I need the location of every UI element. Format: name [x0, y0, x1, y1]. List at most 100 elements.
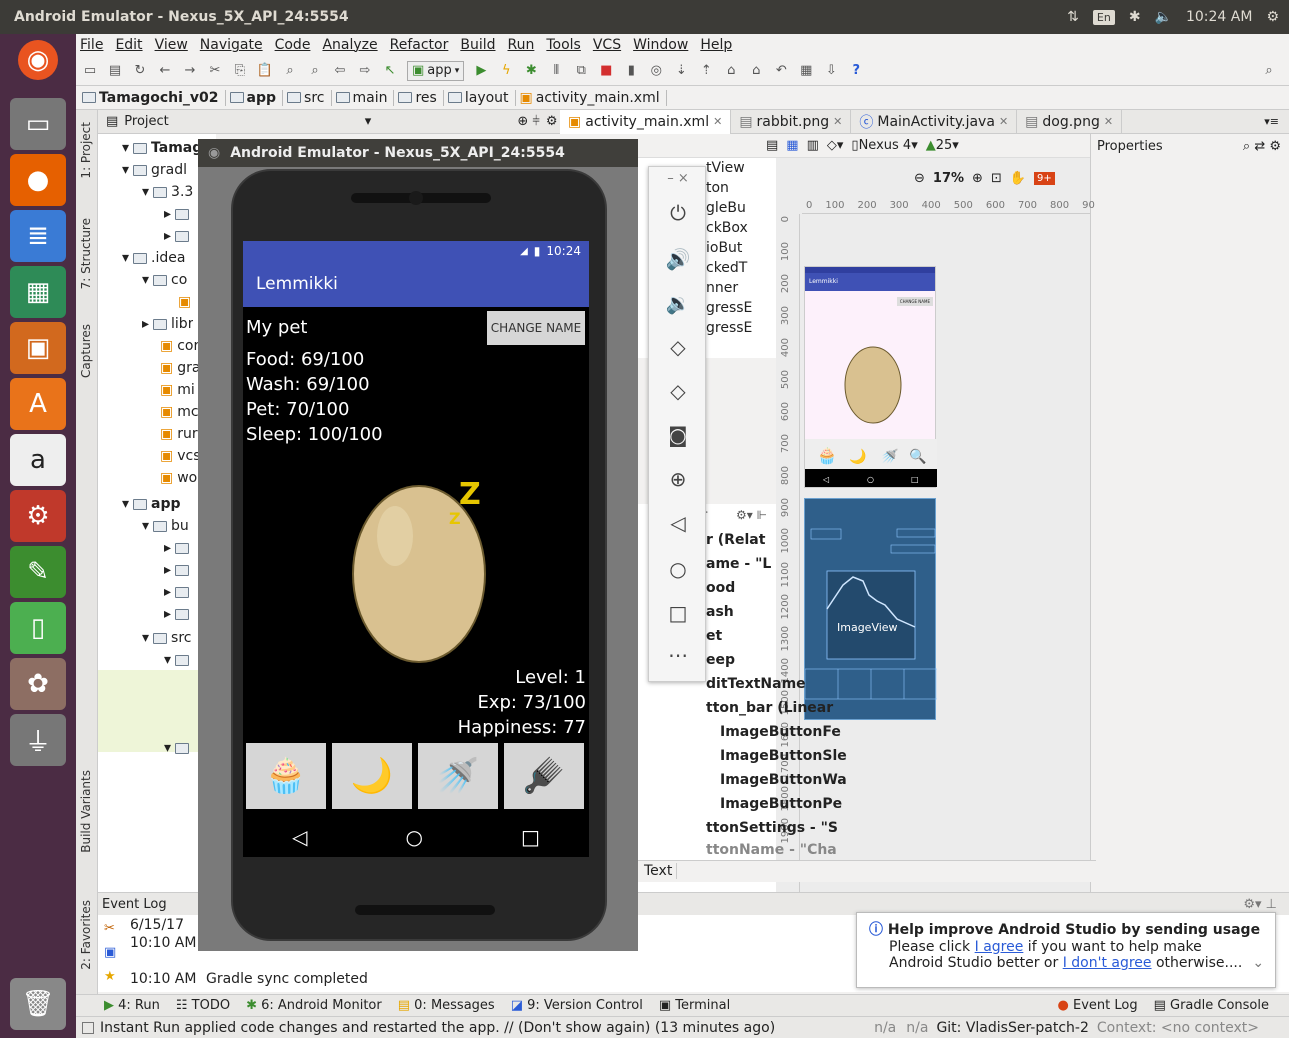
amazon-icon[interactable]: a — [10, 434, 66, 486]
palette-item[interactable]: ckBox — [706, 220, 748, 236]
tree-node[interactable]: ImageButtonPe — [720, 796, 842, 812]
palette-item[interactable]: nner — [706, 280, 738, 296]
project-tool-tab[interactable]: 1: Project — [79, 122, 93, 179]
sync-scroll-icon[interactable]: ⊕ ⫩ — [517, 114, 540, 129]
palette-item[interactable]: gressE — [706, 300, 752, 316]
version-control-tool-button[interactable]: ◪ 9: Version Control — [511, 998, 643, 1013]
tree-item[interactable]: ▾ — [164, 740, 190, 756]
emulator-close-icon[interactable]: ◉ — [208, 145, 220, 161]
cut-icon[interactable]: ✂ — [207, 63, 223, 79]
git-branch[interactable]: Git: VladisSer-patch-2 — [936, 1020, 1096, 1036]
paste-icon[interactable]: 📋 — [257, 63, 273, 79]
replace-icon[interactable]: ⌕ — [307, 63, 323, 79]
tree-node[interactable]: ttonSettings - "S — [706, 820, 838, 836]
tree-node[interactable]: r (Relat — [706, 532, 765, 548]
palette-item[interactable]: ioBut — [706, 240, 742, 256]
avd-manager-icon[interactable]: ⌂ — [748, 63, 764, 79]
gimp-icon[interactable]: ✿ — [10, 658, 66, 710]
vcs-update-icon[interactable]: ⇣ — [673, 63, 689, 79]
menu-refactor[interactable]: Refactor — [390, 37, 449, 53]
device-select[interactable]: ▯Nexus 4▾ — [851, 138, 917, 153]
tab-mainactivity[interactable]: ⓒ MainActivity.java ✕ — [851, 109, 1018, 134]
tree-item[interactable]: ▸ libr — [142, 316, 193, 332]
tree-item[interactable]: ▾ co — [142, 272, 187, 288]
tree-file[interactable]: ▣ rur — [160, 426, 198, 442]
back-icon[interactable]: ◁ — [649, 511, 707, 535]
trash-icon[interactable]: 🗑 — [10, 978, 66, 1030]
sleep-button[interactable]: 🌙 — [332, 743, 412, 809]
vcs-commit-icon[interactable]: ⇡ — [698, 63, 714, 79]
chevron-down-icon[interactable]: ⌄ — [1252, 955, 1264, 971]
tree-item[interactable]: ▸ — [164, 584, 190, 600]
palette-item[interactable]: tView — [706, 160, 745, 176]
tree-item[interactable]: ▾ app — [122, 496, 181, 512]
system-settings-icon[interactable]: ⚙ — [10, 490, 66, 542]
blueprint-preview[interactable]: ImageView — [804, 498, 937, 720]
balloon-icon[interactable]: ▣ — [104, 945, 116, 960]
debug-icon[interactable]: ✱ — [523, 63, 539, 79]
menu-file[interactable]: File — [80, 37, 103, 53]
api-select[interactable]: ▲25▾ — [926, 138, 959, 153]
text-tab[interactable]: Text — [640, 863, 678, 879]
search-everywhere-icon[interactable]: ⌕ — [1261, 63, 1277, 79]
calc-icon[interactable]: ▦ — [10, 266, 66, 318]
volume-down-icon[interactable]: 🔉 — [649, 291, 707, 315]
breadcrumb-file[interactable]: ▣ activity_main.xml — [520, 89, 667, 106]
palette-item[interactable]: gressE — [706, 320, 752, 336]
tree-item[interactable]: ▾ .idea — [122, 250, 185, 266]
status-toggle-icon[interactable] — [82, 1021, 94, 1034]
revert-icon[interactable]: ↶ — [773, 63, 789, 79]
tree-node[interactable]: ame - "L — [706, 556, 771, 572]
tree-file[interactable]: ▣ wo — [160, 470, 197, 486]
tree-node[interactable]: ImageButtonWa — [720, 772, 847, 788]
warnings-badge[interactable]: 9+ — [1034, 171, 1055, 185]
nav-home-icon[interactable]: ○ — [406, 825, 423, 849]
structure-tool-tab[interactable]: 7: Structure — [79, 218, 93, 289]
back-icon[interactable]: ← — [157, 63, 173, 79]
profile-icon[interactable]: ⫴ — [548, 63, 564, 79]
stop-icon[interactable]: ■ — [598, 63, 614, 79]
captures-tool-tab[interactable]: Captures — [79, 324, 93, 378]
tree-file[interactable]: ▣ mc — [160, 404, 199, 420]
sync-icon[interactable]: ↻ — [132, 63, 148, 79]
feed-button[interactable]: 🧁 — [246, 743, 326, 809]
tree-node[interactable]: ash — [706, 604, 734, 620]
run-config-select[interactable]: ▣ app ▾ — [407, 60, 465, 81]
make-icon[interactable]: ↖ — [382, 63, 398, 79]
emulator-min-close[interactable]: – × — [649, 171, 707, 186]
todo-tool-button[interactable]: ☷ TODO — [176, 998, 230, 1013]
breadcrumb-res[interactable]: res — [398, 89, 444, 106]
zoom-out-icon[interactable]: ⊖ — [914, 171, 925, 186]
power-icon[interactable]: ⏻ — [649, 201, 707, 225]
volume-up-icon[interactable]: 🔊 — [649, 247, 707, 271]
wash-button[interactable]: 🚿 — [418, 743, 498, 809]
keyboard-indicator[interactable]: En — [1092, 9, 1115, 25]
change-name-button[interactable]: CHANGE NAME — [487, 311, 585, 345]
tree-node[interactable]: eep — [706, 652, 735, 668]
tree-item[interactable]: ▸ — [164, 562, 190, 578]
tree-node[interactable]: ttonName - "Cha — [706, 842, 837, 858]
files-icon[interactable]: ▭ — [10, 98, 66, 150]
tree-item[interactable]: ▾ src — [142, 630, 191, 646]
tree-node[interactable]: ditTextName — [706, 676, 806, 692]
impress-icon[interactable]: ▣ — [10, 322, 66, 374]
more-icon[interactable]: ⋯ — [649, 643, 707, 667]
breadcrumb-project[interactable]: Tamagochi_v02 — [82, 89, 226, 106]
menu-build[interactable]: Build — [460, 37, 495, 53]
tree-item[interactable]: ▾ 3.3 — [142, 184, 193, 200]
favorite-star-icon[interactable]: ★ — [104, 969, 116, 984]
tab-rabbit[interactable]: ▤ rabbit.png ✕ — [731, 109, 852, 134]
phone-screen[interactable]: ◢ ▮ 10:24 Lemmikki My pet CHANGE NAME Fo… — [243, 241, 589, 857]
firefox-icon[interactable]: ● — [10, 154, 66, 206]
android-monitor-tool-button[interactable]: ✱ 6: Android Monitor — [246, 998, 382, 1013]
bluetooth-icon[interactable]: ✱ — [1129, 9, 1141, 25]
menu-vcs[interactable]: VCS — [593, 37, 621, 53]
menu-edit[interactable]: Edit — [115, 37, 142, 53]
tree-item[interactable]: ▸ — [164, 206, 190, 222]
android-device-icon[interactable]: ⇩ — [823, 63, 839, 79]
zoom-in-icon[interactable]: ⊕ — [972, 171, 983, 186]
writer-icon[interactable]: ≣ — [10, 210, 66, 262]
palette-item[interactable]: ckedT — [706, 260, 747, 276]
both-view-icon[interactable]: ▥ — [807, 138, 819, 153]
network-icon[interactable]: ⇅ — [1067, 9, 1079, 25]
